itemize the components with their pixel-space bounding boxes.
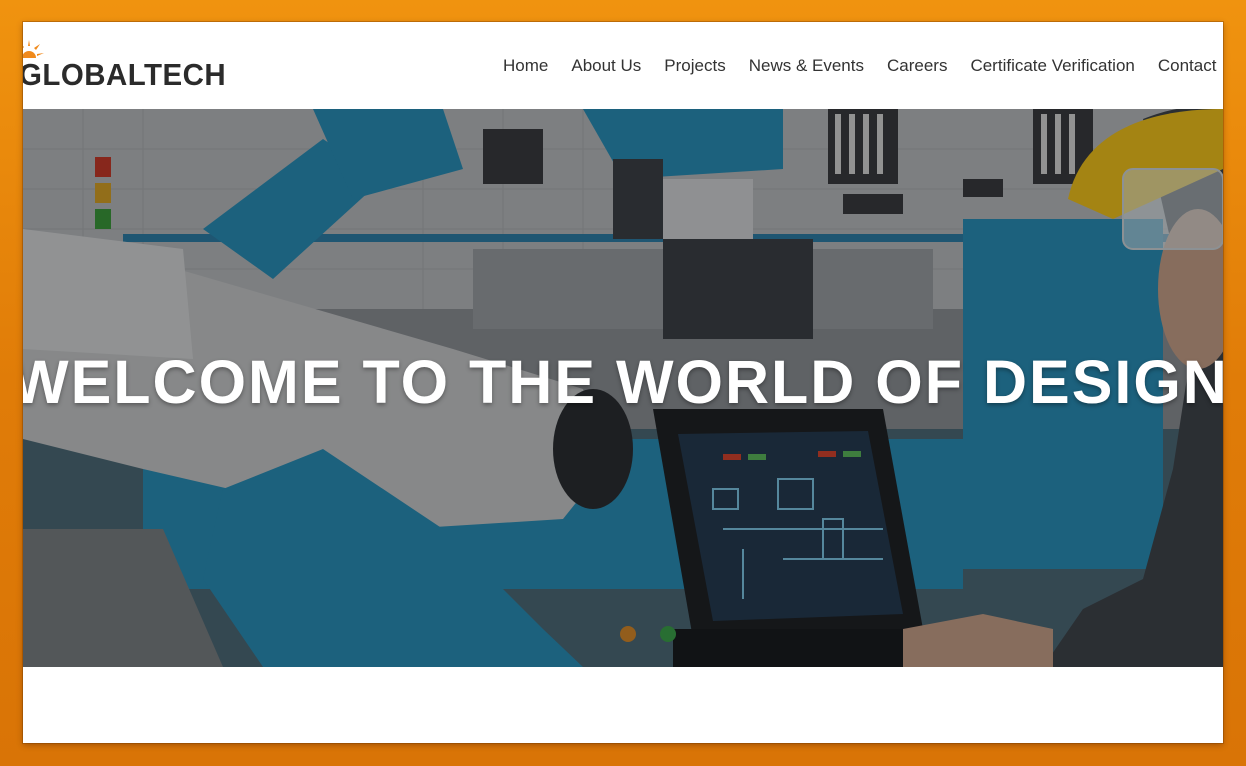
hero-title: WELCOME TO THE WORLD OF DESIGN (23, 348, 1223, 416)
nav-contact[interactable]: Contact (1158, 56, 1217, 76)
nav-news-events[interactable]: News & Events (749, 56, 864, 76)
logo-text: GLOBALTECH (23, 57, 227, 92)
nav-certificate-verification[interactable]: Certificate Verification (970, 56, 1134, 76)
site-logo[interactable]: GLOBALTECH (23, 40, 237, 90)
nav-careers[interactable]: Careers (887, 56, 947, 76)
hero-banner: WELCOME TO THE WORLD OF DESIGN (23, 109, 1223, 667)
content-area (23, 667, 1223, 743)
browser-page: GLOBALTECH Home About Us Projects News &… (23, 22, 1223, 743)
nav-projects[interactable]: Projects (664, 56, 725, 76)
main-nav: Home About Us Projects News & Events Car… (503, 22, 1223, 109)
nav-about-us[interactable]: About Us (571, 56, 641, 76)
nav-home[interactable]: Home (503, 56, 548, 76)
site-header: GLOBALTECH Home About Us Projects News &… (23, 22, 1223, 109)
